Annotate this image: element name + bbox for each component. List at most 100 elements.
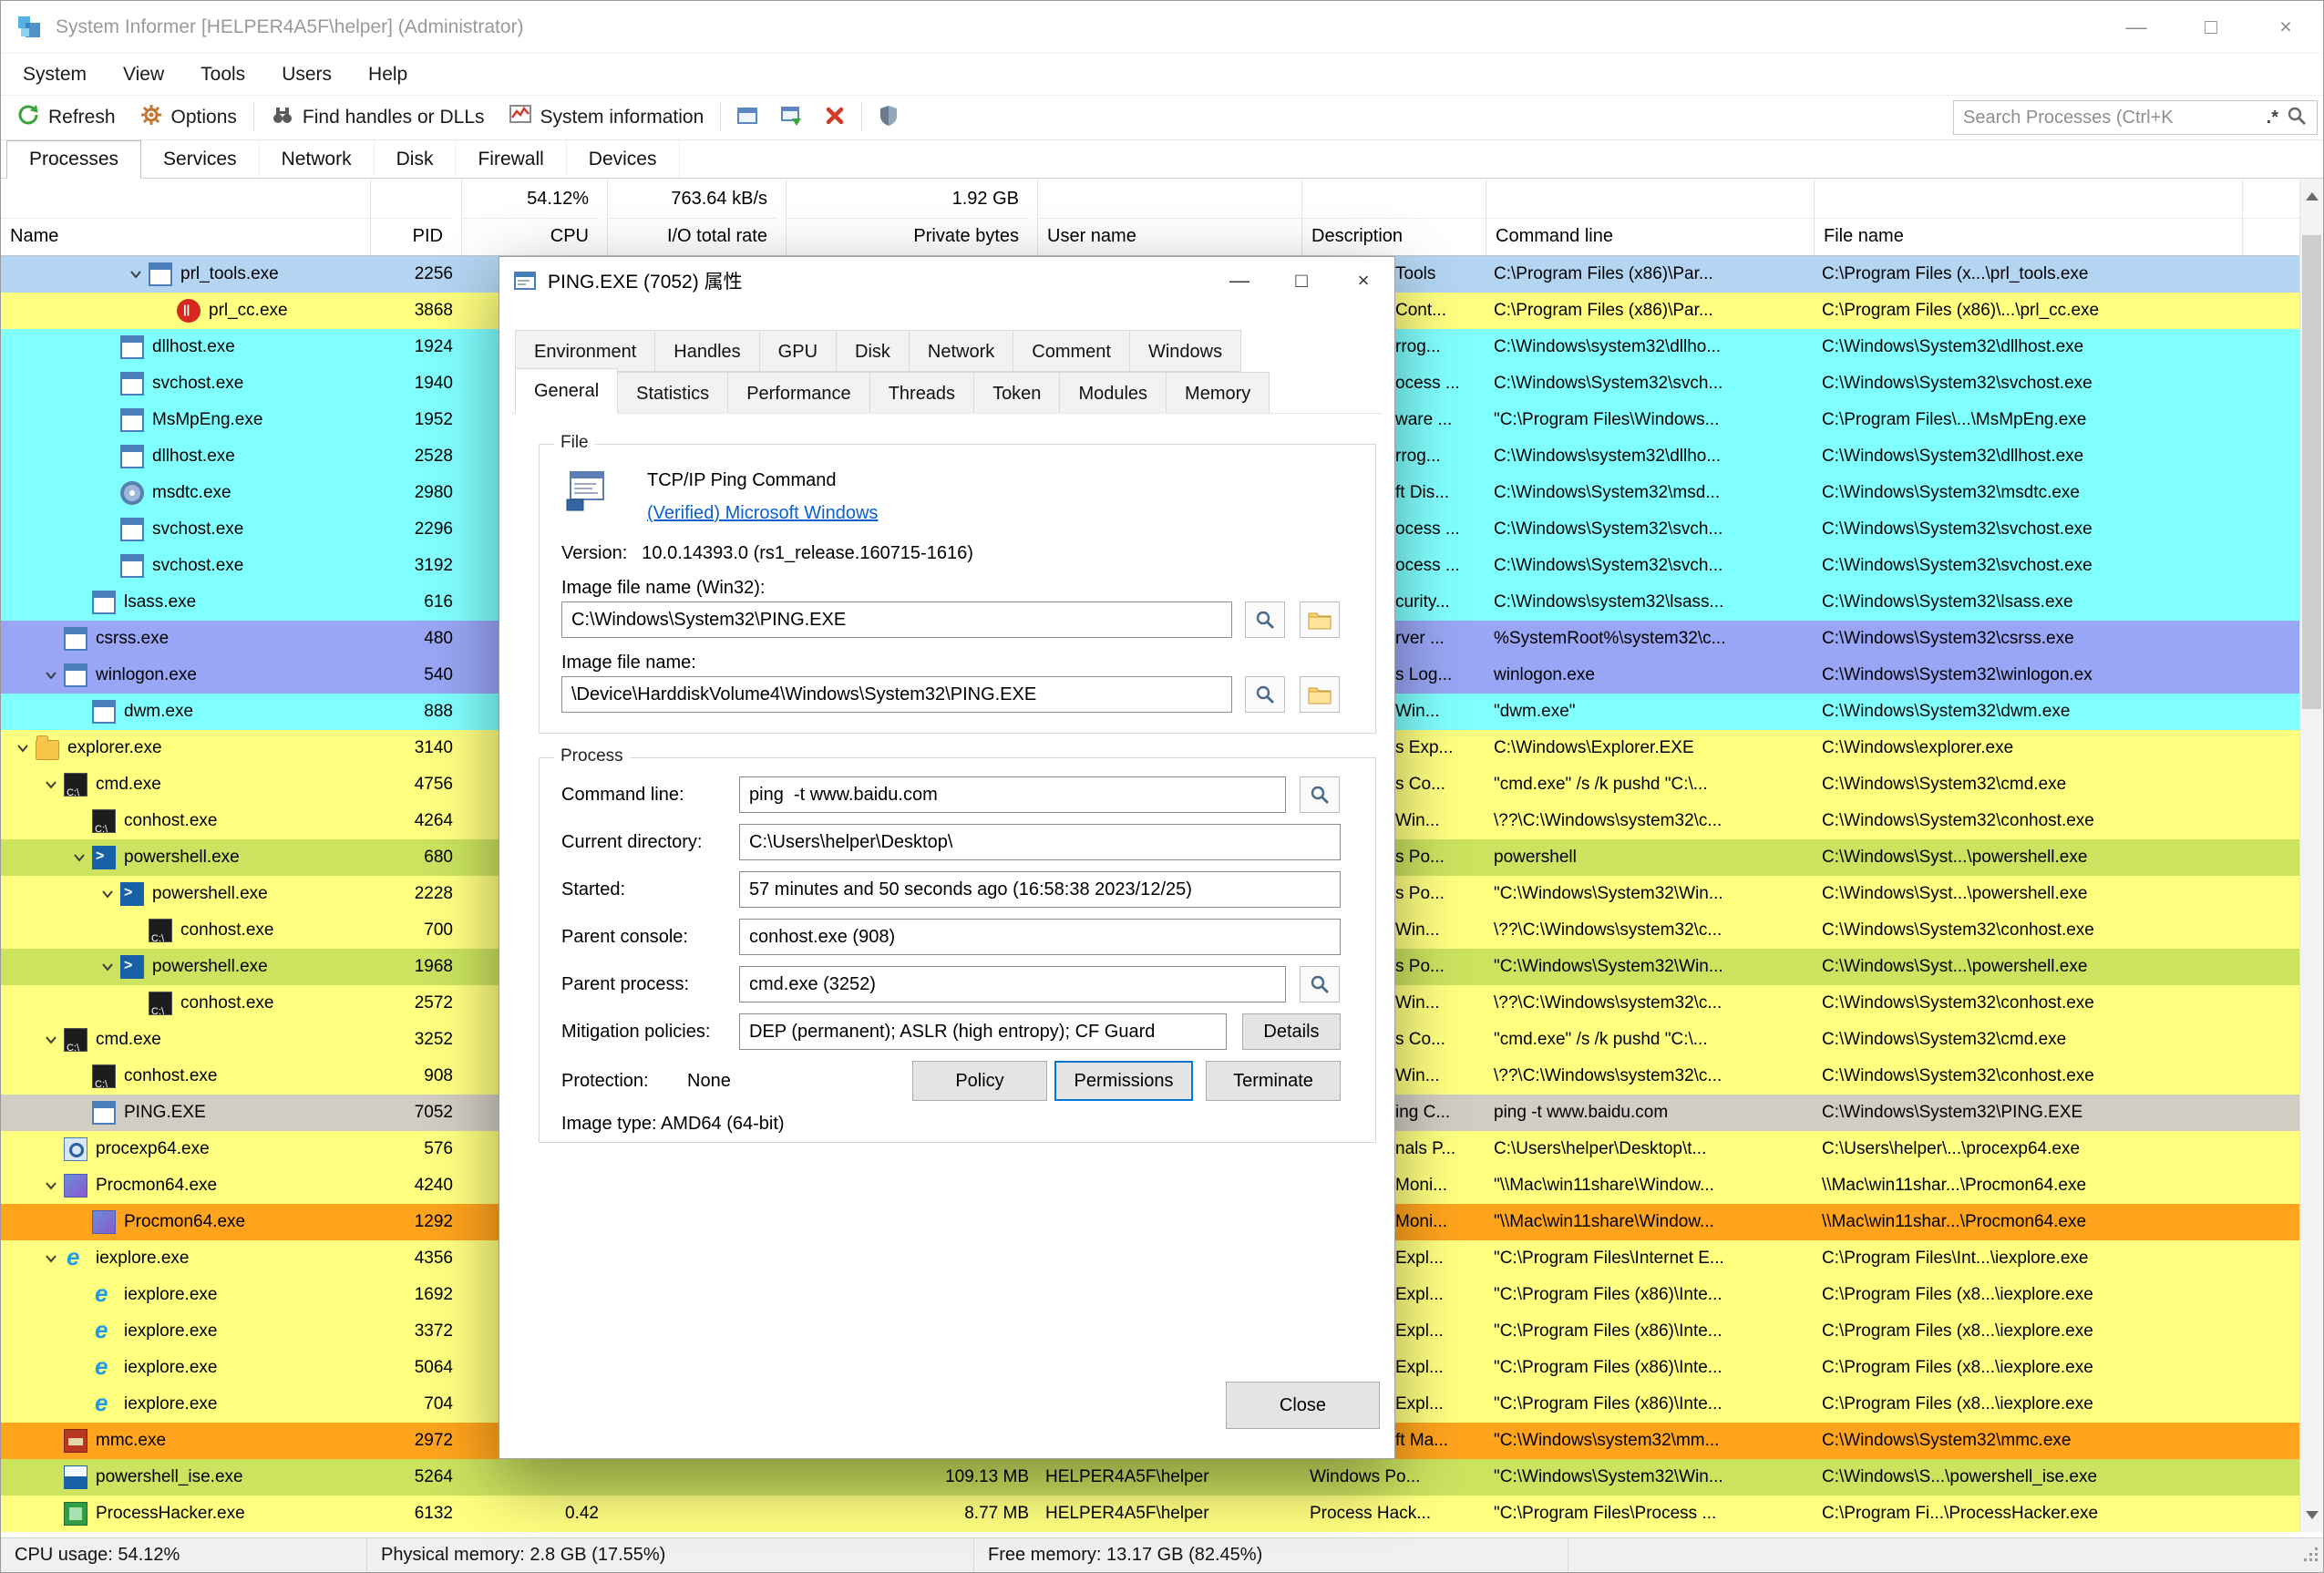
maximize-button[interactable]: □ [2174, 1, 2248, 53]
pid-cell: 540 [371, 657, 462, 694]
menu-view[interactable]: View [105, 64, 182, 86]
win32-image-field[interactable] [561, 601, 1232, 638]
search-icon[interactable] [2286, 105, 2308, 131]
inspect-command-line-button[interactable] [1300, 776, 1340, 813]
chevron-down-icon[interactable] [95, 884, 120, 904]
command-line-cell: C:\Windows\system32\lsass... [1486, 584, 1815, 621]
open-folder-button[interactable] [1300, 601, 1340, 638]
process-row[interactable]: ProcessHacker.exe61320.428.77 MBHELPER4A… [1, 1496, 2299, 1532]
find-handles-button[interactable]: Find handles or DLLs [259, 96, 497, 139]
parent-process-field[interactable] [739, 966, 1286, 1002]
scroll-up-icon[interactable] [2300, 180, 2323, 211]
tab-gpu[interactable]: GPU [759, 330, 837, 372]
file-name-cell: C:\Windows\System32\conhost.exe [1815, 912, 2243, 949]
tab-network[interactable]: Network [909, 330, 1013, 372]
refresh-button[interactable]: Refresh [5, 96, 128, 139]
details-button[interactable]: Details [1242, 1013, 1341, 1050]
pid-cell: 6132 [371, 1496, 462, 1532]
tab-firewall[interactable]: Firewall [456, 140, 566, 178]
tab-devices[interactable]: Devices [567, 140, 680, 178]
chevron-down-icon[interactable] [67, 848, 92, 868]
dialog-close-icon[interactable]: × [1332, 257, 1394, 304]
file-name-cell: C:\Windows\System32\conhost.exe [1815, 985, 2243, 1022]
options-button[interactable]: Options [128, 96, 249, 139]
dialog-maximize-button[interactable]: □ [1270, 257, 1332, 304]
tab-handles[interactable]: Handles [654, 330, 759, 372]
permissions-button[interactable]: Permissions [1054, 1061, 1193, 1101]
tab-environment[interactable]: Environment [515, 330, 655, 372]
native-image-field[interactable] [561, 676, 1232, 713]
chevron-down-icon[interactable] [10, 738, 36, 758]
pid-cell: 4756 [371, 766, 462, 803]
process-row[interactable]: powershell_ise.exe5264109.13 MBHELPER4A5… [1, 1459, 2299, 1496]
chevron-down-icon[interactable] [123, 264, 149, 284]
system-information-button[interactable]: System information [497, 96, 716, 139]
menu-system[interactable]: System [5, 64, 105, 86]
menu-tools[interactable]: Tools [182, 64, 263, 86]
column-header-io[interactable]: 763.64 kB/sI/O total rate [608, 179, 787, 255]
column-header-private[interactable]: 1.92 GBPrivate bytes [787, 179, 1038, 255]
vertical-scrollbar[interactable] [2299, 179, 2323, 1532]
tab-memory[interactable]: Memory [1166, 372, 1270, 414]
chevron-down-icon[interactable] [38, 775, 64, 795]
dialog-close-button[interactable]: Close [1226, 1382, 1380, 1429]
io-cell [608, 1459, 787, 1496]
always-on-top-button[interactable] [725, 96, 769, 139]
column-header-name[interactable]: Name [1, 179, 371, 255]
parent-console-field[interactable] [739, 919, 1341, 955]
tab-threads[interactable]: Threads [869, 372, 974, 414]
tab-network[interactable]: Network [260, 140, 375, 178]
column-header-cpu[interactable]: 54.12%CPU [462, 179, 608, 255]
column-header-desc[interactable]: Description [1302, 179, 1486, 255]
tab-disk[interactable]: Disk [836, 330, 910, 372]
file-name-cell: C:\Windows\Syst...\powershell.exe [1815, 876, 2243, 912]
tab-token[interactable]: Token [973, 372, 1060, 414]
verified-signer-link[interactable]: (Verified) Microsoft Windows [647, 503, 878, 524]
process-name: powershell.exe [152, 949, 268, 985]
chevron-down-icon[interactable] [38, 1030, 64, 1050]
tab-comment[interactable]: Comment [1013, 330, 1130, 372]
chevron-down-icon[interactable] [38, 1249, 64, 1269]
resize-grip-icon[interactable] [2303, 1547, 2319, 1568]
security-button[interactable] [867, 96, 910, 139]
column-header-cmd[interactable]: Command line [1486, 179, 1815, 255]
column-header-pid[interactable]: PID [371, 179, 462, 255]
inspect-native-button[interactable] [1245, 676, 1285, 713]
tab-statistics[interactable]: Statistics [617, 372, 728, 414]
menu-users[interactable]: Users [263, 64, 350, 86]
new-window-button[interactable] [769, 96, 813, 139]
search-input[interactable] [1963, 108, 2259, 129]
pid-cell: 5064 [371, 1350, 462, 1386]
policy-button[interactable]: Policy [912, 1061, 1047, 1101]
chevron-down-icon[interactable] [38, 665, 64, 685]
column-header-file[interactable]: File name [1815, 179, 2243, 255]
tab-general[interactable]: General [515, 368, 618, 414]
dialog-minimize-button[interactable]: — [1208, 257, 1270, 304]
inspect-image-button[interactable] [1245, 601, 1285, 638]
tab-processes[interactable]: Processes [6, 140, 141, 179]
regex-icon[interactable]: .* [2267, 108, 2278, 129]
tab-services[interactable]: Services [141, 140, 260, 178]
scrollbar-thumb[interactable] [2302, 235, 2321, 709]
command-line-field[interactable] [739, 776, 1286, 813]
tab-windows[interactable]: Windows [1129, 330, 1241, 372]
window-icon [92, 1101, 116, 1125]
menu-help[interactable]: Help [350, 64, 426, 86]
tab-modules[interactable]: Modules [1059, 372, 1167, 414]
column-header-user[interactable]: User name [1038, 179, 1302, 255]
minimize-button[interactable]: — [2099, 1, 2174, 53]
started-field[interactable] [739, 871, 1341, 908]
chevron-down-icon[interactable] [95, 957, 120, 977]
close-button[interactable]: × [2248, 1, 2323, 53]
current-directory-field[interactable] [739, 824, 1341, 860]
mitigation-field[interactable] [739, 1013, 1227, 1050]
tab-performance[interactable]: Performance [727, 372, 870, 414]
inspect-parent-button[interactable] [1300, 966, 1340, 1002]
open-native-folder-button[interactable] [1300, 676, 1340, 713]
terminate-button[interactable]: Terminate [1206, 1061, 1341, 1101]
binoculars-icon [271, 103, 294, 132]
scroll-down-icon[interactable] [2300, 1499, 2323, 1530]
terminate-process-button[interactable] [813, 96, 857, 139]
chevron-down-icon[interactable] [38, 1176, 64, 1196]
tab-disk[interactable]: Disk [375, 140, 457, 178]
